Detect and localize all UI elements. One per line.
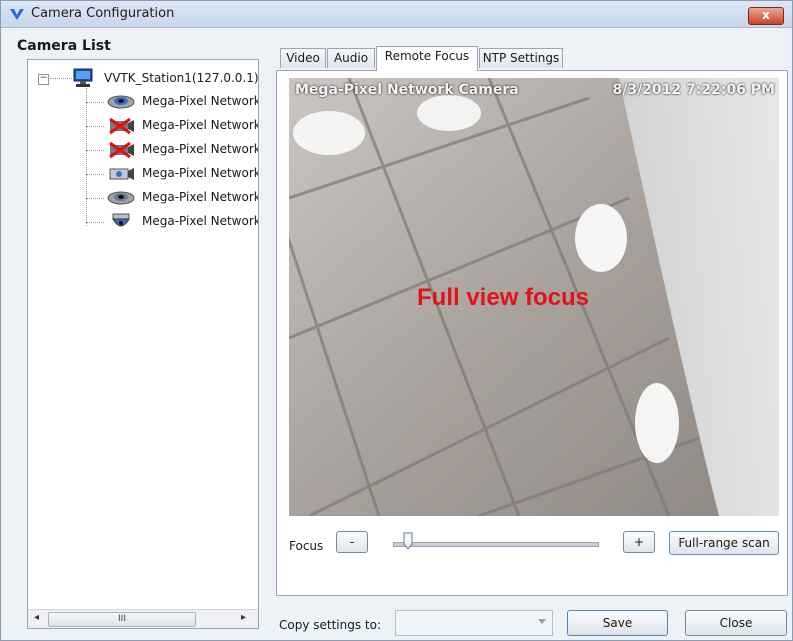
camera-label: Mega-Pixel Network [142,118,259,132]
scroll-thumb[interactable]: III [48,612,196,627]
app-logo-icon [10,9,24,20]
close-button[interactable]: Close [685,610,787,636]
tree-item-camera[interactable]: Mega-Pixel Network [86,212,259,232]
video-osd-camera-name: Mega-Pixel Network Camera [295,82,519,98]
collapse-toggle-icon[interactable]: − [38,74,49,85]
camera-disconnected-icon [109,117,134,135]
camera-label: Mega-Pixel Network [142,214,259,228]
copy-settings-dropdown[interactable] [395,610,553,636]
tree-item-camera[interactable]: Mega-Pixel Network [86,164,259,184]
camera-tree: − VVTK_Station1(127.0.0.1) Mega-Pixel Ne… [27,59,259,629]
camera-label: Mega-Pixel Network [142,142,259,156]
station-label: VVTK_Station1(127.0.0.1) [104,71,259,85]
tab-remote-focus[interactable]: Remote Focus [376,46,478,71]
horizontal-scrollbar[interactable]: ◂ III ▸ [28,609,258,628]
scroll-right-arrow-icon[interactable]: ▸ [241,612,246,623]
focus-label: Focus [289,539,324,553]
tab-audio[interactable]: Audio [327,48,375,68]
camera-list-heading: Camera List [17,38,111,54]
focus-minus-button[interactable]: - [336,531,368,553]
full-view-focus-label: Full view focus [417,284,590,311]
title-bar: Camera Configuration x [1,1,792,28]
save-button[interactable]: Save [567,610,668,636]
focus-slider-track[interactable] [393,542,599,547]
station-computer-icon [73,68,93,87]
video-preview[interactable]: Mega-Pixel Network Camera 8/3/2012 7:22:… [289,78,779,516]
camera-label: Mega-Pixel Network [142,190,259,204]
tab-ntp-settings[interactable]: NTP Settings [479,48,563,68]
camera-configuration-window: Camera Configuration x Camera List − VVT… [0,0,793,641]
window-close-button[interactable]: x [748,7,784,25]
speed-dome-camera-icon [112,213,130,227]
window-title: Camera Configuration [31,6,175,21]
tab-video[interactable]: Video [280,48,326,68]
tree-item-camera[interactable]: Mega-Pixel Network [86,92,259,112]
focus-slider-thumb[interactable] [403,532,413,550]
box-camera-icon [109,168,134,180]
camera-disconnected-icon [109,141,134,159]
copy-settings-label: Copy settings to: [279,618,382,632]
tree-item-camera[interactable]: Mega-Pixel Network [86,188,259,208]
dome-camera-icon [107,95,135,109]
tree-item-camera[interactable]: Mega-Pixel Network [86,116,259,136]
scroll-left-arrow-icon[interactable]: ◂ [34,612,39,623]
chevron-down-icon [538,619,546,624]
dome-camera-icon [107,191,135,205]
tree-item-camera[interactable]: Mega-Pixel Network [86,140,259,160]
camera-label: Mega-Pixel Network [142,94,259,108]
camera-label: Mega-Pixel Network [142,166,259,180]
focus-plus-button[interactable]: + [623,531,655,553]
video-osd-timestamp: 8/3/2012 7:22:06 PM [612,82,775,98]
full-range-scan-button[interactable]: Full-range scan [669,531,779,555]
